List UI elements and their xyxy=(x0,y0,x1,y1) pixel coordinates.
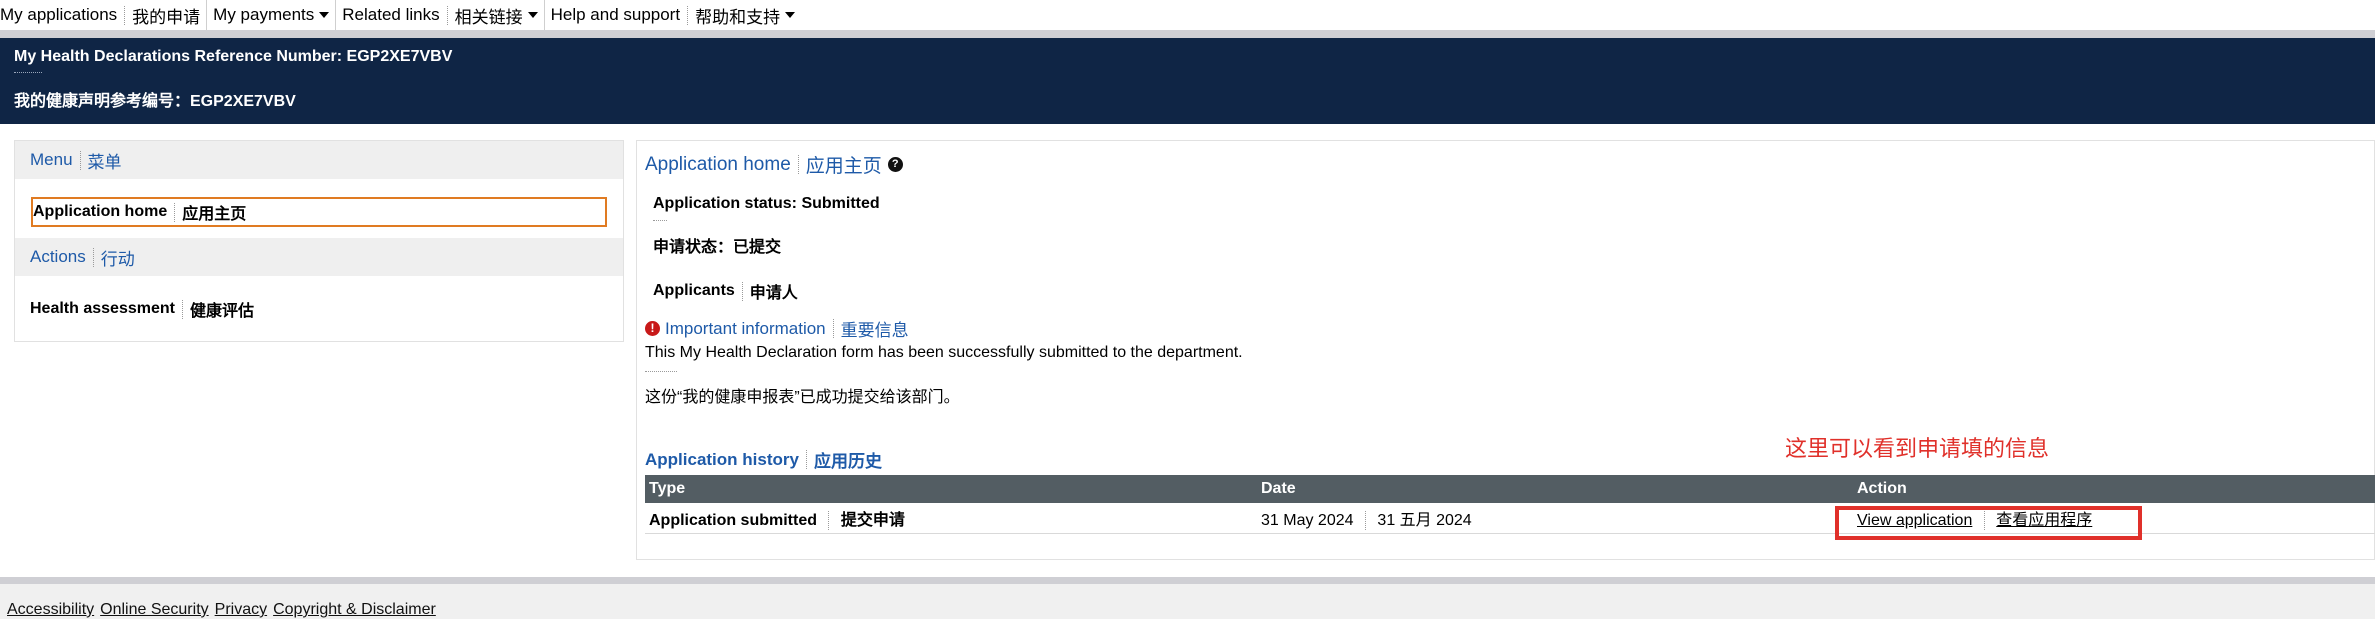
date-label: 31 May 2024 xyxy=(1261,511,1354,529)
submission-message-zh: 这份“我的健康申报表”已成功提交给该部门。 xyxy=(645,389,960,406)
menu-item-label-zh[interactable]: 应用主页 xyxy=(182,200,246,224)
separator xyxy=(1364,510,1366,530)
separator xyxy=(446,5,448,25)
separator xyxy=(687,5,689,25)
menu-item-application-home[interactable]: Application home 应用主页 xyxy=(31,197,607,227)
table-header-row: Type Date Action xyxy=(645,475,2375,503)
separator xyxy=(645,371,677,372)
applicants-label: Applicants xyxy=(653,282,735,299)
type-label-zh: 提交申请 xyxy=(840,511,905,529)
application-history-label: Application history xyxy=(645,449,799,469)
applicants-heading: Applicants 申请人 xyxy=(653,279,798,303)
important-information-label: Important information xyxy=(665,318,826,338)
footer-link-copyright[interactable]: Copyright & Disclaimer xyxy=(273,601,436,619)
nav-help-label-zh[interactable]: 帮助和支持 xyxy=(695,3,780,28)
nav-help-support[interactable]: Help and support 帮助和支持 xyxy=(545,0,801,30)
separator xyxy=(174,202,176,222)
cell-date: 31 May 2024 31 五月 2024 xyxy=(1257,503,1853,534)
nav-my-payments[interactable]: My payments xyxy=(207,0,337,30)
actions-header-label-zh: 行动 xyxy=(100,249,135,269)
help-icon[interactable]: ? xyxy=(887,157,903,172)
menu-item-health-assessment[interactable]: Health assessment 健康评估 xyxy=(30,297,254,321)
date-label-zh: 31 五月 2024 xyxy=(1377,511,1472,529)
nav-my-applications-label-zh[interactable]: 我的申请 xyxy=(132,3,200,28)
nav-help-label[interactable]: Help and support xyxy=(551,5,680,25)
nav-related-links-label[interactable]: Related links xyxy=(342,5,439,25)
application-history-label-zh: 应用历史 xyxy=(813,452,882,471)
application-status-en: Application status: Submitted xyxy=(653,195,880,212)
page-title-en: Application home xyxy=(645,153,791,175)
footer-link-online-security[interactable]: Online Security xyxy=(100,601,209,619)
separator xyxy=(832,319,834,338)
nav-my-payments-label[interactable]: My payments xyxy=(213,5,314,25)
separator xyxy=(741,281,743,301)
actions-header-label: Actions xyxy=(30,247,86,266)
menu-header-label-zh: 菜单 xyxy=(87,152,122,172)
separator xyxy=(79,150,81,170)
cell-type: Application submitted 提交申请 xyxy=(645,503,1257,534)
separator xyxy=(14,72,42,73)
separator xyxy=(124,5,126,25)
separator xyxy=(828,510,830,530)
page-title-zh: 应用主页 xyxy=(805,156,882,177)
actions-header: Actions 行动 xyxy=(15,238,623,276)
annotation-highlight-box xyxy=(1835,506,2142,540)
chevron-down-icon[interactable] xyxy=(785,12,796,18)
submission-message-en: This My Health Declaration form has been… xyxy=(645,344,1243,361)
applicants-label-zh: 申请人 xyxy=(749,285,798,302)
footer-link-privacy[interactable]: Privacy xyxy=(215,601,267,619)
application-status-zh: 申请状态：已提交 xyxy=(653,239,782,256)
application-home-panel: Application home 应用主页 ? Application stat… xyxy=(636,140,2375,560)
separator xyxy=(181,299,183,319)
reference-number-zh: 我的健康声明参考编号：EGP2XE7VBV xyxy=(14,93,296,110)
important-information-label-zh: 重要信息 xyxy=(840,321,909,340)
side-menu: Menu 菜单 Application home 应用主页 Actions 行动… xyxy=(14,140,624,342)
separator xyxy=(805,450,807,469)
column-header-type: Type xyxy=(645,475,1257,503)
menu-item-label[interactable]: Application home xyxy=(33,203,167,221)
top-divider xyxy=(0,30,2375,38)
type-label: Application submitted xyxy=(649,511,817,529)
nav-my-applications-label[interactable]: My applications xyxy=(0,5,117,25)
important-information: ! Important information 重要信息 xyxy=(645,316,909,341)
footer: Accessibility Online Security Privacy Co… xyxy=(0,584,2375,619)
error-icon: ! xyxy=(645,321,660,336)
nav-my-applications[interactable]: My applications 我的申请 xyxy=(0,0,208,30)
separator xyxy=(92,247,94,267)
column-header-date: Date xyxy=(1257,475,1853,503)
chevron-down-icon[interactable] xyxy=(527,12,538,18)
nav-related-links-label-zh[interactable]: 相关链接 xyxy=(455,3,523,28)
menu-header: Menu 菜单 xyxy=(15,141,623,179)
menu-item-label[interactable]: Health assessment xyxy=(30,300,175,318)
annotation-note: 这里可以看到申请填的信息 xyxy=(1785,436,2050,461)
footer-link-accessibility[interactable]: Accessibility xyxy=(7,601,94,619)
top-navigation: My applications 我的申请 My payments Related… xyxy=(0,0,2375,30)
bottom-divider xyxy=(0,577,2375,584)
reference-number-en: My Health Declarations Reference Number:… xyxy=(14,48,453,65)
separator xyxy=(653,220,667,221)
chevron-down-icon[interactable] xyxy=(319,12,330,18)
separator xyxy=(797,155,799,174)
content-area: Menu 菜单 Application home 应用主页 Actions 行动… xyxy=(0,124,2375,577)
menu-item-label-zh[interactable]: 健康评估 xyxy=(190,297,254,321)
menu-header-label: Menu xyxy=(30,150,73,169)
nav-related-links[interactable]: Related links 相关链接 xyxy=(336,0,545,30)
column-header-action: Action xyxy=(1853,475,2375,503)
application-history-heading: Application history 应用历史 xyxy=(645,447,882,472)
reference-banner: My Health Declarations Reference Number:… xyxy=(0,38,2375,124)
page-title: Application home 应用主页 ? xyxy=(645,151,903,178)
